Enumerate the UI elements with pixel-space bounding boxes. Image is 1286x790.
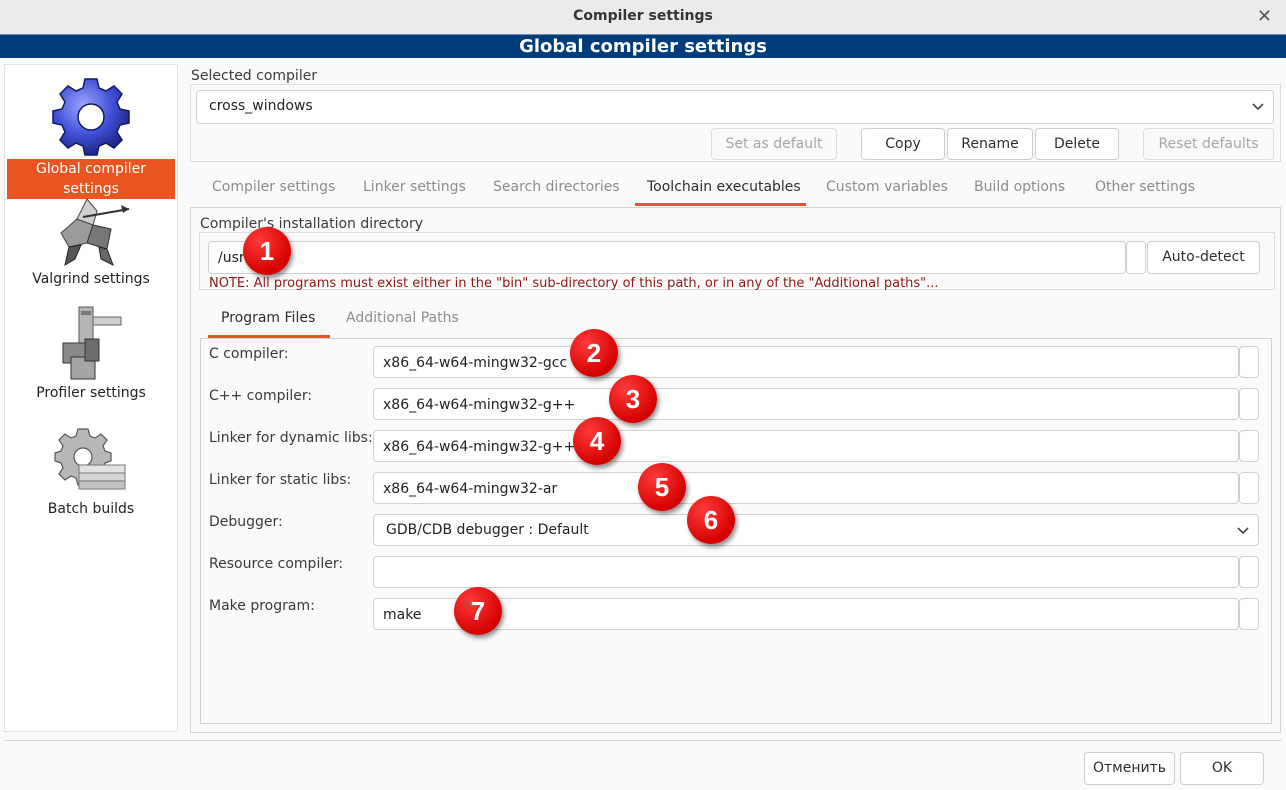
annotation-badge-1: 1 [243, 227, 291, 275]
selected-compiler-dropdown[interactable]: cross_windows [196, 90, 1274, 124]
window-titlebar: Compiler settings ✕ [0, 0, 1286, 34]
auto-detect-button[interactable]: Auto-detect [1147, 241, 1260, 274]
selected-compiler-value: cross_windows [209, 98, 313, 114]
linker-static-value: x86_64-w64-mingw32-ar [383, 481, 558, 497]
tab-additional-paths[interactable]: Additional Paths [346, 310, 459, 326]
c-compiler-input[interactable]: x86_64-w64-mingw32-gcc [373, 346, 1239, 378]
linker-static-input[interactable]: x86_64-w64-mingw32-ar [373, 472, 1239, 504]
install-dir-value: /usr [218, 250, 245, 266]
resource-compiler-label: Resource compiler: [209, 556, 344, 572]
sidebar: Global compiler settings Valgrind settin… [4, 64, 178, 732]
linker-static-label: Linker for static libs: [209, 472, 352, 488]
annotation-badge-2: 2 [570, 329, 618, 377]
make-program-browse-button[interactable] [1239, 598, 1259, 630]
annotation-badge-5: 5 [638, 463, 686, 511]
footer-divider [4, 740, 1282, 741]
sidebar-item-profiler[interactable]: Profiler settings [5, 303, 177, 401]
tab-custom-variables[interactable]: Custom variables [826, 179, 948, 195]
debugger-dropdown[interactable]: GDB/CDB debugger : Default [373, 514, 1259, 546]
linker-dynamic-input[interactable]: x86_64-w64-mingw32-g++ [373, 430, 1239, 462]
tab-other-settings[interactable]: Other settings [1095, 179, 1195, 195]
c-compiler-label: C compiler: [209, 346, 289, 362]
c-compiler-browse-button[interactable] [1239, 346, 1259, 378]
annotation-badge-4: 4 [573, 417, 621, 465]
gear-stack-icon [54, 428, 126, 490]
resource-compiler-browse-button[interactable] [1239, 556, 1259, 588]
chevron-down-icon [1252, 103, 1264, 111]
make-program-input[interactable]: make [373, 598, 1239, 630]
tab-program-files[interactable]: Program Files [221, 310, 315, 326]
sidebar-item-batch-builds[interactable]: Batch builds [5, 425, 177, 517]
make-program-label: Make program: [209, 598, 315, 614]
annotation-badge-7: 7 [454, 587, 502, 635]
knight-icon [60, 198, 130, 267]
caliper-icon [62, 306, 122, 380]
make-program-value: make [383, 607, 422, 623]
cpp-compiler-input[interactable]: x86_64-w64-mingw32-g++ [373, 388, 1239, 420]
tab-toolchain-executables[interactable]: Toolchain executables [647, 179, 801, 195]
gear-icon [52, 78, 130, 156]
reset-defaults-button[interactable]: Reset defaults [1143, 128, 1274, 160]
cpp-compiler-label: C++ compiler: [209, 388, 313, 404]
program-tabs: Program Files Additional Paths [200, 298, 1272, 338]
window-title: Compiler settings [573, 8, 713, 24]
active-tab-indicator [635, 203, 806, 206]
settings-tabs: Compiler settings Linker settings Search… [190, 168, 1281, 208]
linker-dynamic-value: x86_64-w64-mingw32-g++ [383, 439, 576, 455]
install-dir-input[interactable]: /usr [208, 241, 1126, 274]
banner-title: Global compiler settings [519, 36, 767, 57]
linker-dynamic-label: Linker for dynamic libs: [209, 430, 373, 446]
rename-button[interactable]: Rename [947, 128, 1033, 160]
debugger-value: GDB/CDB debugger : Default [386, 522, 589, 538]
install-dir-note: NOTE: All programs must exist either in … [209, 276, 939, 291]
sidebar-item-label: Profiler settings [36, 385, 146, 401]
install-dir-label: Compiler's installation directory [200, 216, 423, 232]
tab-compiler-settings[interactable]: Compiler settings [212, 179, 335, 195]
sidebar-item-valgrind[interactable]: Valgrind settings [5, 189, 177, 287]
header-banner: Global compiler settings [0, 34, 1286, 58]
tab-linker-settings[interactable]: Linker settings [363, 179, 466, 195]
sidebar-item-label: Batch builds [47, 501, 135, 517]
delete-button[interactable]: Delete [1035, 128, 1119, 160]
cpp-compiler-browse-button[interactable] [1239, 388, 1259, 420]
selected-compiler-label: Selected compiler [191, 68, 318, 84]
copy-button[interactable]: Copy [861, 128, 945, 160]
resource-compiler-input[interactable] [373, 556, 1239, 588]
chevron-down-icon [1237, 527, 1249, 535]
tab-build-options[interactable]: Build options [974, 179, 1065, 195]
tab-search-directories[interactable]: Search directories [493, 179, 620, 195]
ok-button[interactable]: OK [1180, 752, 1264, 785]
linker-static-browse-button[interactable] [1239, 472, 1259, 504]
set-as-default-button[interactable]: Set as default [711, 128, 837, 160]
annotation-badge-6: 6 [687, 496, 735, 544]
linker-dynamic-browse-button[interactable] [1239, 430, 1259, 462]
debugger-label: Debugger: [209, 514, 283, 530]
c-compiler-value: x86_64-w64-mingw32-gcc [383, 355, 568, 371]
sidebar-item-label: Valgrind settings [32, 271, 150, 287]
sidebar-item-global-compiler[interactable]: Global compiler settings [5, 75, 177, 199]
annotation-badge-3: 3 [609, 375, 657, 423]
cpp-compiler-value: x86_64-w64-mingw32-g++ [383, 397, 576, 413]
install-dir-browse-button[interactable] [1126, 241, 1146, 274]
close-icon[interactable]: ✕ [1257, 6, 1272, 27]
cancel-button[interactable]: Отменить [1084, 752, 1175, 785]
